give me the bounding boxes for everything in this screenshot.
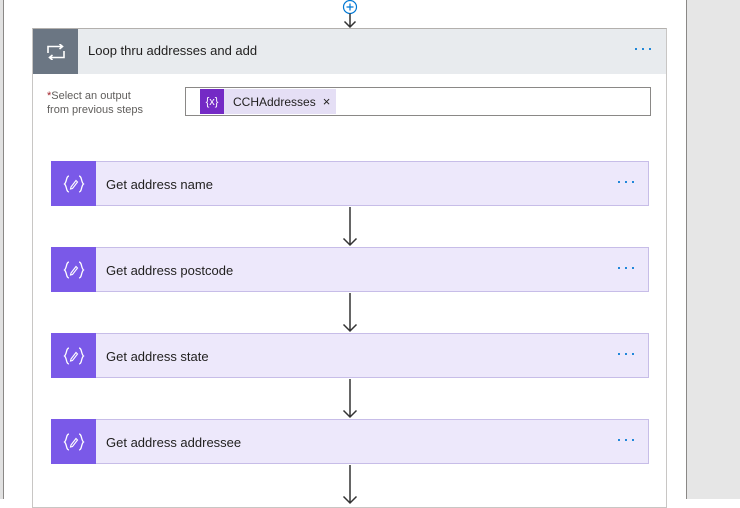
token-label: CCHAddresses [233, 94, 316, 109]
down-arrow-icon [342, 379, 358, 419]
action-card-get-address-name[interactable]: Get address name ··· [51, 161, 649, 206]
down-arrow-icon [342, 465, 358, 505]
action-title: Get address addressee [106, 435, 242, 450]
variable-braces-icon [51, 161, 96, 206]
loop-more-options-button[interactable]: ··· [633, 39, 654, 57]
down-arrow-icon [342, 207, 358, 247]
apply-to-each-loop: Loop thru addresses and add ··· *Select … [32, 28, 667, 508]
select-output-input[interactable]: {x} CCHAddresses × [185, 87, 651, 116]
token-remove-button[interactable]: × [323, 94, 331, 109]
action-title: Get address name [106, 177, 213, 192]
action-title: Get address state [106, 349, 209, 364]
action-card-get-address-state[interactable]: Get address state ··· [51, 333, 649, 378]
variable-braces-icon [51, 247, 96, 292]
loop-header[interactable]: Loop thru addresses and add ··· [33, 29, 666, 74]
variable-braces-icon [51, 333, 96, 378]
down-arrow-icon [342, 293, 358, 333]
variable-braces-icon: {x} [200, 89, 224, 114]
action-card-get-address-postcode[interactable]: Get address postcode ··· [51, 247, 649, 292]
variable-braces-icon [51, 419, 96, 464]
dynamic-content-token[interactable]: {x} CCHAddresses × [200, 89, 337, 114]
select-output-label-line1: Select an output [51, 90, 131, 102]
loop-title: Loop thru addresses and add [88, 43, 258, 58]
canvas-left-border [0, 0, 4, 499]
select-output-label-line2: from previous steps [47, 104, 143, 116]
side-panel [687, 0, 740, 499]
action-more-options-button[interactable]: ··· [616, 344, 637, 362]
loop-arrows-icon [33, 29, 78, 74]
action-more-options-button[interactable]: ··· [616, 172, 637, 190]
select-output-label: *Select an output from previous steps [47, 89, 143, 117]
action-more-options-button[interactable]: ··· [616, 258, 637, 276]
add-step-connector[interactable] [340, 0, 360, 28]
action-more-options-button[interactable]: ··· [616, 430, 637, 448]
action-card-get-address-addressee[interactable]: Get address addressee ··· [51, 419, 649, 464]
action-title: Get address postcode [106, 263, 234, 278]
